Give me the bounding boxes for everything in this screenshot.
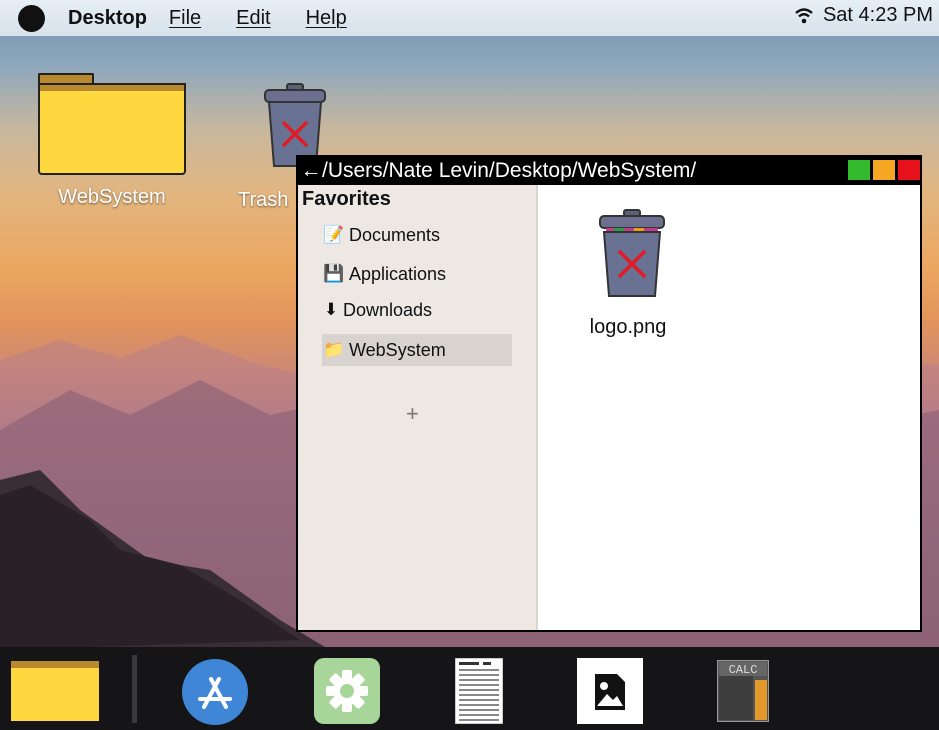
dock-settings[interactable] <box>314 658 380 729</box>
folder-icon <box>38 73 186 176</box>
menu-bar: Desktop File Edit Help Sat 4:23 PM <box>0 0 939 36</box>
system-menu-icon[interactable] <box>18 4 45 32</box>
minimize-button[interactable] <box>873 160 895 180</box>
desktop-folder-websystem[interactable]: WebSystem <box>38 73 186 209</box>
window-title-bar[interactable]: ← /Users/Nate Levin/Desktop/WebSystem/ <box>298 157 920 185</box>
menu-app-name[interactable]: Desktop <box>68 7 147 30</box>
dock: CALC <box>0 647 939 730</box>
path-label: /Users/Nate Levin/Desktop/WebSystem/ <box>322 159 697 182</box>
document-pencil-icon: 📝 <box>323 225 345 244</box>
settings-gear-icon <box>314 658 380 724</box>
dock-calculator[interactable]: CALC <box>716 659 770 727</box>
back-arrow-icon[interactable]: ← <box>300 159 322 183</box>
folder-icon: 📁 <box>323 340 345 359</box>
sidebar-item-documents[interactable]: 📝 Documents <box>322 219 440 251</box>
dock-separator <box>132 655 137 723</box>
file-browser-window: ← /Users/Nate Levin/Desktop/WebSystem/ F… <box>296 155 922 632</box>
dock-app-store[interactable] <box>182 659 248 730</box>
add-favorite-button[interactable]: + <box>406 401 419 427</box>
floppy-disk-icon: 💾 <box>323 264 345 283</box>
sidebar-item-downloads[interactable]: ⬇ Downloads <box>322 294 432 326</box>
trash-icon <box>598 209 665 297</box>
maximize-button[interactable] <box>848 160 870 180</box>
calculator-icon: CALC <box>716 659 770 723</box>
clock[interactable]: Sat 4:23 PM <box>823 4 933 27</box>
dock-image-viewer[interactable] <box>577 658 643 729</box>
app-store-icon <box>182 659 248 725</box>
file-name: logo.png <box>589 316 667 338</box>
dock-text-editor[interactable] <box>454 657 504 729</box>
calculator-label: CALC <box>729 663 758 677</box>
wifi-icon[interactable] <box>795 7 813 24</box>
text-document-icon <box>454 657 504 725</box>
desktop-icon-label: WebSystem <box>58 186 166 208</box>
image-viewer-icon <box>577 658 643 724</box>
sidebar-item-label: WebSystem <box>349 339 446 360</box>
sidebar-item-label: Downloads <box>343 299 433 320</box>
file-item[interactable]: logo.png <box>583 208 673 339</box>
sidebar-item-websystem[interactable]: 📁 WebSystem <box>322 334 512 366</box>
download-arrow-icon: ⬇ <box>323 300 339 319</box>
folder-icon <box>11 661 99 721</box>
status-area: Sat 4:23 PM <box>795 4 933 27</box>
menu-help[interactable]: Help <box>306 7 347 30</box>
favorites-title: Favorites <box>302 188 391 210</box>
dock-files[interactable] <box>11 661 99 726</box>
window-controls <box>848 160 920 180</box>
menu-edit[interactable]: Edit <box>236 7 270 30</box>
sidebar-item-applications[interactable]: 💾 Applications <box>322 258 446 290</box>
sidebar: Favorites 📝 Documents 💾 Applications ⬇ D… <box>298 185 538 630</box>
menu-file[interactable]: File <box>169 7 201 30</box>
close-button[interactable] <box>898 160 920 180</box>
sidebar-item-label: Applications <box>349 263 447 284</box>
file-list-area: logo.png <box>538 185 920 630</box>
sidebar-item-label: Documents <box>349 224 441 245</box>
